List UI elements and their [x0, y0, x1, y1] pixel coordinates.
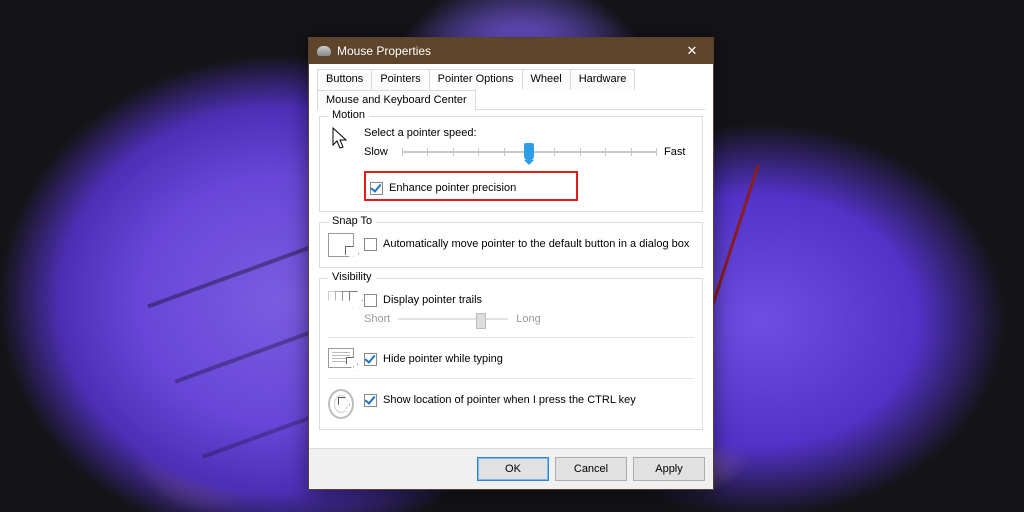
hide-pointer-icon	[328, 348, 354, 368]
snap-to-label: Automatically move pointer to the defaul…	[383, 237, 689, 251]
close-button[interactable]: ✕	[671, 38, 713, 64]
trails-slider-thumb	[476, 313, 486, 329]
separator	[328, 337, 694, 338]
group-snap-to: Snap To Automatically move pointer to th…	[319, 222, 703, 268]
snap-to-icon	[328, 233, 354, 257]
window-title: Mouse Properties	[337, 44, 671, 58]
trails-short-label: Short	[364, 313, 390, 325]
pointer-speed-label: Select a pointer speed:	[364, 127, 694, 139]
ok-button[interactable]: OK	[477, 457, 549, 481]
enhance-precision-label: Enhance pointer precision	[389, 181, 516, 195]
enhance-precision-highlight: Enhance pointer precision	[364, 171, 578, 201]
ctrl-locate-checkbox[interactable]	[364, 394, 377, 407]
dialog-client: Buttons Pointers Pointer Options Wheel H…	[309, 64, 713, 448]
speed-slow-label: Slow	[364, 146, 394, 158]
tab-hardware[interactable]: Hardware	[570, 69, 636, 90]
mouse-icon	[317, 46, 331, 56]
mouse-properties-dialog: Mouse Properties ✕ Buttons Pointers Poin…	[308, 37, 714, 490]
hide-pointer-label: Hide pointer while typing	[383, 352, 503, 366]
tab-wheel[interactable]: Wheel	[522, 69, 571, 90]
group-motion: Motion Select a pointer speed: Slow	[319, 116, 703, 212]
titlebar[interactable]: Mouse Properties ✕	[309, 38, 713, 64]
legend-motion: Motion	[328, 109, 369, 121]
tab-strip: Buttons Pointers Pointer Options Wheel H…	[317, 68, 705, 110]
tab-pointers[interactable]: Pointers	[371, 69, 429, 90]
enhance-precision-checkbox[interactable]	[370, 182, 383, 195]
desktop: Mouse Properties ✕ Buttons Pointers Poin…	[0, 0, 1024, 512]
tab-buttons[interactable]: Buttons	[317, 69, 372, 90]
close-icon: ✕	[687, 43, 698, 59]
pointer-trails-icon	[328, 289, 354, 311]
dialog-button-bar: OK Cancel Apply	[309, 448, 713, 489]
tab-pointer-options[interactable]: Pointer Options	[429, 69, 523, 90]
speed-slider-thumb[interactable]	[524, 143, 534, 161]
pointer-trails-checkbox[interactable]	[364, 294, 377, 307]
snap-to-checkbox[interactable]	[364, 238, 377, 251]
pointer-speed-slider[interactable]	[402, 143, 656, 161]
apply-button[interactable]: Apply	[633, 457, 705, 481]
legend-snap: Snap To	[328, 215, 376, 227]
pointer-trails-slider	[398, 311, 508, 327]
separator	[328, 378, 694, 379]
cancel-button[interactable]: Cancel	[555, 457, 627, 481]
trails-long-label: Long	[516, 313, 540, 325]
group-visibility: Visibility Display pointer trails Short	[319, 278, 703, 430]
hide-pointer-checkbox[interactable]	[364, 353, 377, 366]
speed-fast-label: Fast	[664, 146, 694, 158]
tab-mouse-keyboard-center[interactable]: Mouse and Keyboard Center	[317, 90, 476, 110]
ctrl-locate-label: Show location of pointer when I press th…	[383, 393, 636, 407]
legend-visibility: Visibility	[328, 271, 376, 283]
cursor-icon	[331, 127, 351, 151]
ctrl-locate-icon	[328, 389, 354, 419]
pointer-trails-label: Display pointer trails	[383, 293, 482, 307]
